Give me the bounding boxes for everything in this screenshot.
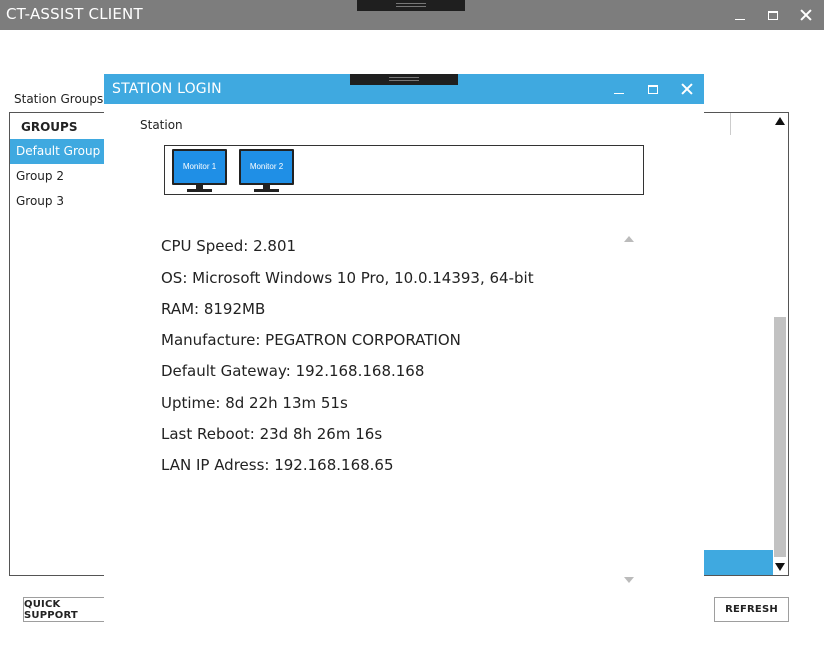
group-item-label: Group 2 <box>16 169 64 183</box>
info-os: OS: Microsoft Windows 10 Pro, 10.0.14393… <box>161 269 534 287</box>
close-icon <box>681 83 693 95</box>
drag-handle-icon[interactable] <box>357 0 465 11</box>
scroll-thumb[interactable] <box>774 317 786 557</box>
group-item-default[interactable]: Default Group <box>10 139 105 164</box>
dialog-maximize-button[interactable] <box>636 74 670 104</box>
maximize-icon <box>648 84 658 94</box>
monitor-label: Monitor 2 <box>249 162 284 171</box>
info-last-reboot: Last Reboot: 23d 8h 26m 16s <box>161 425 383 443</box>
main-title-bar[interactable]: CT-ASSIST CLIENT <box>0 0 824 30</box>
scroll-up-icon[interactable] <box>775 117 785 125</box>
dialog-title: STATION LOGIN <box>112 81 222 97</box>
info-ram: RAM: 8192MB <box>161 300 266 318</box>
group-item-label: Default Group <box>16 144 101 158</box>
dialog-drag-handle-icon[interactable] <box>350 74 458 85</box>
app-title: CT-ASSIST CLIENT <box>6 5 143 23</box>
dialog-title-bar[interactable]: STATION LOGIN <box>104 74 704 104</box>
dialog-close-button[interactable] <box>670 74 704 104</box>
info-lan-ip: LAN IP Adress: 192.168.168.65 <box>161 456 394 474</box>
monitor-icon: Monitor 2 <box>239 149 294 185</box>
main-maximize-button[interactable] <box>756 0 790 30</box>
monitor-2-button[interactable]: Monitor 2 <box>239 149 294 193</box>
maximize-icon <box>768 10 778 20</box>
close-icon <box>800 9 812 21</box>
station-label: Station <box>140 118 183 132</box>
station-groups-label: Station Groups <box>14 92 104 106</box>
main-minimize-button[interactable] <box>723 0 757 30</box>
group-item-2[interactable]: Group 2 <box>10 164 105 189</box>
quick-support-button[interactable]: QUICK SUPPORT <box>23 597 115 622</box>
info-default-gateway: Default Gateway: 192.168.168.168 <box>161 362 425 380</box>
selected-row-highlight[interactable] <box>704 550 774 575</box>
info-cpu-speed: CPU Speed: 2.801 <box>161 237 297 255</box>
column-divider <box>730 113 731 135</box>
monitor-1-button[interactable]: Monitor 1 <box>172 149 227 193</box>
monitor-icon: Monitor 1 <box>172 149 227 185</box>
main-close-button[interactable] <box>789 0 823 30</box>
minimize-icon <box>735 18 745 20</box>
info-manufacture: Manufacture: PEGATRON CORPORATION <box>161 331 461 349</box>
monitor-selector: Monitor 1 Monitor 2 <box>164 145 644 195</box>
monitor-label: Monitor 1 <box>182 162 217 171</box>
refresh-button[interactable]: REFRESH <box>714 597 789 622</box>
station-login-dialog: STATION LOGIN Station Monitor 1 Monitor … <box>104 74 704 650</box>
info-scroll-up-icon[interactable] <box>624 236 634 242</box>
group-item-label: Group 3 <box>16 194 64 208</box>
vertical-scrollbar[interactable] <box>773 113 788 575</box>
info-scroll-down-icon[interactable] <box>624 577 634 583</box>
info-uptime: Uptime: 8d 22h 13m 51s <box>161 394 348 412</box>
groups-header: GROUPS <box>21 120 78 134</box>
dialog-minimize-button[interactable] <box>602 74 636 104</box>
minimize-icon <box>614 92 624 94</box>
group-item-3[interactable]: Group 3 <box>10 189 105 214</box>
scroll-down-icon[interactable] <box>775 563 785 571</box>
